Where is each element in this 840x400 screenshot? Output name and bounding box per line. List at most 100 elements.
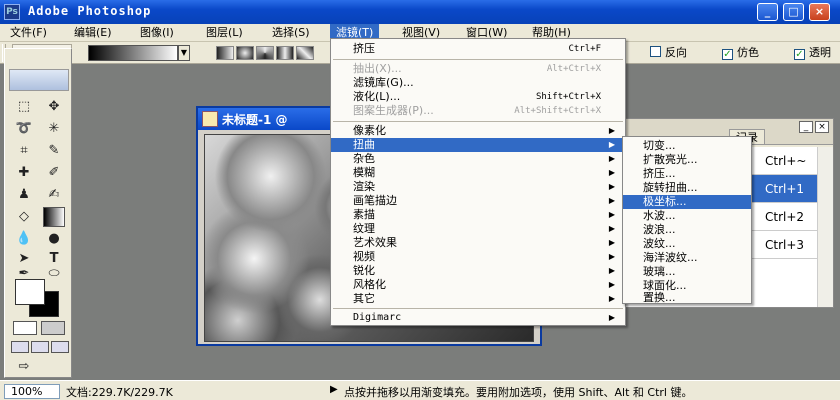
filter-menu-item-distort[interactable]: 扭曲 ▶ <box>331 138 625 152</box>
toolbox-header-feather-icon[interactable] <box>9 69 69 91</box>
distort-item-wave[interactable]: 波浪... <box>623 223 751 237</box>
status-menu-arrow-icon[interactable]: ▶ <box>330 384 338 395</box>
dither-checkbox[interactable]: ✓ <box>722 49 733 60</box>
screen-mode-full-menu-button[interactable] <box>31 341 49 353</box>
filter-menu-item-other[interactable]: 其它 ▶ <box>331 292 625 306</box>
linear-gradient-button[interactable] <box>216 46 234 60</box>
move-tool-icon[interactable]: ✥ <box>43 97 65 117</box>
distort-item-glass[interactable]: 玻璃... <box>623 265 751 279</box>
document-title: 未标题-1 @ <box>222 113 288 127</box>
menu-separator <box>333 59 623 60</box>
close-button[interactable]: × <box>809 3 830 21</box>
crop-tool-icon[interactable]: ⌗ <box>13 141 35 161</box>
submenu-arrow-icon: ▶ <box>608 182 615 191</box>
toolbox: ⬚ ✥ ➰ ✳ ⌗ ✎ ✚ ✐ ♟ ✍ ◇ 💧 ● ➤ T ✒ ⬭ ⇨ <box>4 48 72 378</box>
shape-tool-icon[interactable]: ⬭ <box>43 267 65 281</box>
filter-menu-item-sketch[interactable]: 素描 ▶ <box>331 208 625 222</box>
distort-submenu: 切变... 扩散亮光... 挤压... 旋转扭曲... 极坐标... 水波...… <box>622 136 752 304</box>
submenu-arrow-icon: ▶ <box>608 154 615 163</box>
transparency-option[interactable]: ✓ 透明 <box>794 45 831 61</box>
filter-menu-item-texture[interactable]: 纹理 ▶ <box>331 222 625 236</box>
distort-item-zigzag[interactable]: 水波... <box>623 209 751 223</box>
slice-tool-icon[interactable]: ✎ <box>43 141 65 161</box>
foreground-color-swatch[interactable] <box>15 279 45 305</box>
reverse-checkbox[interactable] <box>650 46 661 57</box>
distort-item-pinch[interactable]: 挤压... <box>623 167 751 181</box>
submenu-arrow-icon: ▶ <box>608 252 615 261</box>
submenu-arrow-icon: ▶ <box>608 140 615 149</box>
filter-menu-item-noise[interactable]: 杂色 ▶ <box>331 152 625 166</box>
filter-menu-item-extract[interactable]: 抽出(X)... Alt+Ctrl+X <box>331 62 625 76</box>
filter-menu-item-brush-strokes[interactable]: 画笔描边 ▶ <box>331 194 625 208</box>
filter-menu-item-pattern-maker[interactable]: 图案生成器(P)... Alt+Shift+Ctrl+X <box>331 104 625 118</box>
history-brush-tool-icon[interactable]: ✍ <box>43 185 65 205</box>
gradient-tool-icon[interactable] <box>43 207 65 227</box>
gradient-dropdown-button[interactable]: ▼ <box>178 45 190 61</box>
filter-menu-item-pixelate[interactable]: 像素化 ▶ <box>331 124 625 138</box>
history-panel-minimize-button[interactable]: _ <box>799 121 813 133</box>
filter-menu-item-last-filter[interactable]: 挤压 Ctrl+F <box>331 42 625 56</box>
menu-select[interactable]: 选择(S) <box>266 24 316 42</box>
filter-menu-item-liquify[interactable]: 液化(L)... Shift+Ctrl+X <box>331 90 625 104</box>
distort-item-diffuse-glow[interactable]: 扩散亮光... <box>623 153 751 167</box>
submenu-arrow-icon: ▶ <box>608 224 615 233</box>
stamp-tool-icon[interactable]: ♟ <box>13 185 35 205</box>
dodge-tool-icon[interactable]: ● <box>43 229 65 249</box>
brush-tool-icon[interactable]: ✐ <box>43 163 65 183</box>
transparency-checkbox[interactable]: ✓ <box>794 49 805 60</box>
eraser-tool-icon[interactable]: ◇ <box>13 207 35 227</box>
photoshop-app-icon[interactable]: Ps <box>4 4 20 20</box>
distort-item-ripple[interactable]: 波纹... <box>623 237 751 251</box>
minimize-button[interactable]: _ <box>757 3 778 21</box>
healing-brush-tool-icon[interactable]: ✚ <box>13 163 35 183</box>
distort-item-ocean-ripple[interactable]: 海洋波纹... <box>623 251 751 265</box>
document-icon <box>202 111 218 127</box>
angle-gradient-button[interactable] <box>256 46 274 60</box>
dither-option[interactable]: ✓ 仿色 <box>722 45 759 61</box>
submenu-arrow-icon: ▶ <box>608 210 615 219</box>
zoom-level-input[interactable]: 100% <box>4 384 60 399</box>
filter-menu-item-filter-gallery[interactable]: 滤镜库(G)... <box>331 76 625 90</box>
filter-menu-item-sharpen[interactable]: 锐化 ▶ <box>331 264 625 278</box>
standard-mode-button[interactable] <box>13 321 37 335</box>
menu-layer[interactable]: 图层(L) <box>200 24 249 42</box>
distort-item-twirl[interactable]: 旋转扭曲... <box>623 181 751 195</box>
menu-separator <box>333 121 623 122</box>
jump-to-imageready-icon[interactable]: ⇨ <box>13 357 35 377</box>
submenu-arrow-icon: ▶ <box>608 238 615 247</box>
window-title: Adobe Photoshop <box>28 4 152 18</box>
menu-edit[interactable]: 编辑(E) <box>68 24 118 42</box>
magic-wand-tool-icon[interactable]: ✳ <box>43 119 65 139</box>
distort-item-displace[interactable]: 置换... <box>623 291 751 305</box>
marquee-tool-icon[interactable]: ⬚ <box>13 97 35 117</box>
reverse-option[interactable]: 反向 <box>650 45 687 61</box>
blur-tool-icon[interactable]: 💧 <box>13 229 35 249</box>
distort-item-shear[interactable]: 切变... <box>623 139 751 153</box>
filter-menu-item-video[interactable]: 视频 ▶ <box>331 250 625 264</box>
filter-menu-item-blur[interactable]: 模糊 ▶ <box>331 166 625 180</box>
lasso-tool-icon[interactable]: ➰ <box>13 119 35 139</box>
title-bar: Ps Adobe Photoshop _ □ × <box>0 0 840 24</box>
quick-mask-button[interactable] <box>41 321 65 335</box>
menu-image[interactable]: 图像(I) <box>134 24 180 42</box>
filter-menu-item-render[interactable]: 渲染 ▶ <box>331 180 625 194</box>
history-panel-close-button[interactable]: × <box>815 121 829 133</box>
screen-mode-standard-button[interactable] <box>11 341 29 353</box>
submenu-arrow-icon: ▶ <box>608 196 615 205</box>
gradient-swatch[interactable] <box>88 45 178 61</box>
filter-menu-item-digimarc[interactable]: Digimarc ▶ <box>331 311 625 325</box>
menu-file[interactable]: 文件(F) <box>4 24 53 42</box>
screen-mode-full-button[interactable] <box>51 341 69 353</box>
submenu-arrow-icon: ▶ <box>608 126 615 135</box>
diamond-gradient-button[interactable] <box>296 46 314 60</box>
distort-item-polar-coordinates[interactable]: 极坐标... <box>623 195 751 209</box>
filter-menu-item-artistic[interactable]: 艺术效果 ▶ <box>331 236 625 250</box>
menu-separator <box>333 308 623 309</box>
document-size-info[interactable]: 文档:229.7K/229.7K <box>66 384 173 400</box>
reflected-gradient-button[interactable] <box>276 46 294 60</box>
maximize-button[interactable]: □ <box>783 3 804 21</box>
submenu-arrow-icon: ▶ <box>608 168 615 177</box>
filter-menu-item-stylize[interactable]: 风格化 ▶ <box>331 278 625 292</box>
radial-gradient-button[interactable] <box>236 46 254 60</box>
history-scrollbar[interactable] <box>817 147 833 307</box>
